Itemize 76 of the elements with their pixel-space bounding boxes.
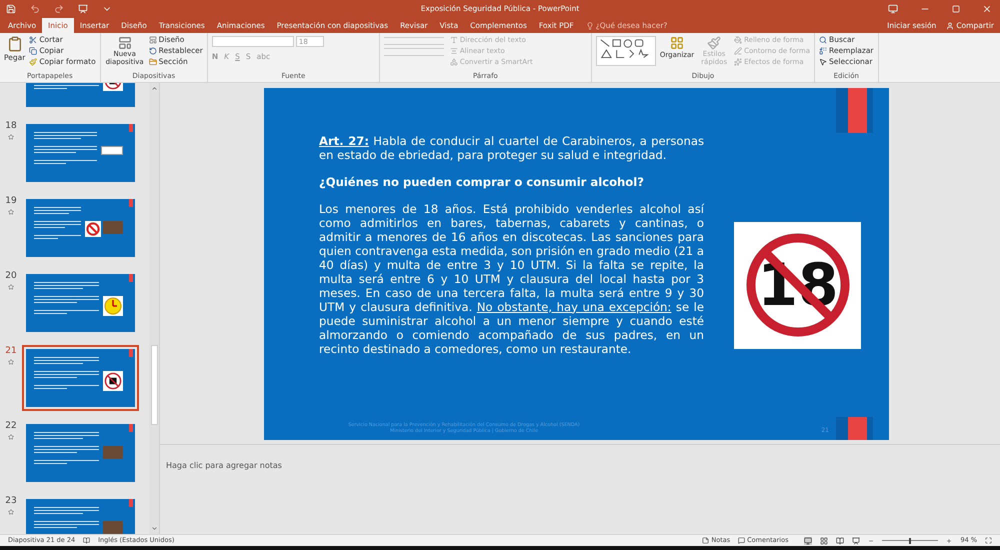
folder-icon	[148, 58, 157, 66]
shapes-gallery-icon[interactable]	[596, 36, 656, 66]
slide-corner-mark	[836, 416, 873, 440]
slide-number: 23	[5, 497, 17, 506]
restore-icon[interactable]	[952, 4, 960, 12]
ribbon-display-icon[interactable]	[888, 4, 898, 14]
paintbrush-icon	[707, 36, 722, 50]
sparkles-icon	[734, 58, 742, 66]
slide-sorter-icon[interactable]	[820, 536, 828, 544]
paint-bucket-icon	[734, 36, 742, 44]
scrollbar[interactable]	[149, 83, 159, 534]
slide-corner-mark	[836, 88, 873, 132]
fit-slide-icon[interactable]	[985, 537, 992, 544]
font-name-field[interactable]	[212, 36, 294, 47]
person-icon	[946, 22, 954, 30]
animation-star-icon	[8, 509, 14, 515]
slide-paragraph: Art. 27: Habla de conducir al cuartel de Carabineros, a personas en estado de ebriedad, para proteger su salud e integridad.	[319, 134, 704, 162]
text-direction-icon	[450, 36, 458, 44]
slide-corner-mark	[129, 124, 133, 132]
animation-star-icon	[8, 134, 14, 140]
slide-number: 20	[5, 272, 17, 281]
shapes-icon	[450, 58, 458, 66]
slide-corner-mark	[129, 349, 133, 357]
prohibited-sign-icon	[85, 221, 101, 237]
scroll-up-icon[interactable]	[150, 85, 158, 92]
copy-icon	[29, 47, 38, 55]
arrange-icon	[670, 36, 684, 50]
slide-paragraph: Los menores de 18 años. Está prohibido venderles alcohol así como admitirlos en bares, tabernas, cabarets y cantinas, o admitir a menores de 16 años en discotecas. Las sanciones para quien contravenga esta medida, son prisión en grado medio (21 a 40 días) y multa de entre 3 y 10 UTM. Si la falta se repite, la multa será entre 6 y 10 UTM y clausura del local hasta por 3 meses. En caso de una tercera falta, la multa será entre 9 y 30 UTM y clausura definitiva. No obstante, hay una excepción: se le puede suministrar alcohol a un menor siempre y cuando esté almorzando o comiendo acompañado de sus padres, en un recinto destinado a comedores, como un restaurante.	[319, 202, 704, 356]
slide-heading: ¿Quiénes no pueden comprar o consumir alcohol?	[319, 174, 645, 188]
search-icon	[819, 36, 828, 44]
no-eighteen-sign-icon	[104, 372, 122, 390]
lightbulb-icon	[586, 22, 594, 30]
pointer-icon	[819, 58, 828, 66]
slide-thumbnail[interactable]	[22, 345, 139, 411]
photo-placeholder	[103, 446, 123, 459]
zoom-slider[interactable]	[882, 538, 938, 544]
spelling-icon[interactable]	[83, 537, 90, 544]
clock-icon	[103, 296, 123, 316]
align-icon	[450, 47, 458, 55]
replace-icon	[819, 47, 828, 55]
slide-layout-icon	[148, 36, 157, 44]
slide-corner-mark	[129, 499, 133, 507]
slide-corner-mark	[129, 424, 133, 432]
redo-icon[interactable]	[54, 4, 64, 14]
scissors-icon	[29, 36, 38, 44]
animation-star-icon	[8, 284, 14, 290]
notes-placeholder[interactable]: Haga clic para agregar notas	[166, 461, 282, 470]
animation-star-icon	[8, 434, 14, 440]
slide-number: 22	[5, 422, 17, 431]
reading-view-icon[interactable]	[836, 536, 844, 544]
slide-corner-mark	[129, 274, 133, 282]
undo-icon[interactable]	[30, 4, 40, 14]
animation-star-icon	[8, 359, 14, 365]
slide-number: 21	[5, 347, 17, 356]
title-box-icon	[101, 146, 123, 155]
paintbrush-icon	[29, 58, 38, 66]
zoom-slider-thumb[interactable]	[908, 538, 911, 544]
photo-placeholder	[103, 521, 123, 534]
slide-number: 18	[5, 122, 17, 131]
note-icon	[702, 537, 710, 544]
animation-star-icon	[8, 209, 14, 215]
slide-layout-icon	[118, 36, 132, 50]
clipboard-icon	[6, 36, 23, 52]
pen-icon	[734, 47, 742, 55]
comment-icon	[738, 537, 746, 544]
zoom-in-icon[interactable]	[946, 538, 952, 544]
normal-view-icon[interactable]	[804, 536, 812, 544]
reset-icon	[148, 47, 157, 55]
slideshow-icon[interactable]	[852, 536, 860, 544]
slide-number: 19	[5, 197, 17, 206]
close-icon[interactable]	[982, 4, 992, 14]
presentation-icon[interactable]	[78, 4, 88, 14]
photo-placeholder	[103, 221, 123, 234]
scroll-down-icon[interactable]	[150, 525, 158, 532]
slide-corner-mark	[129, 199, 133, 207]
save-icon[interactable]	[6, 4, 16, 14]
